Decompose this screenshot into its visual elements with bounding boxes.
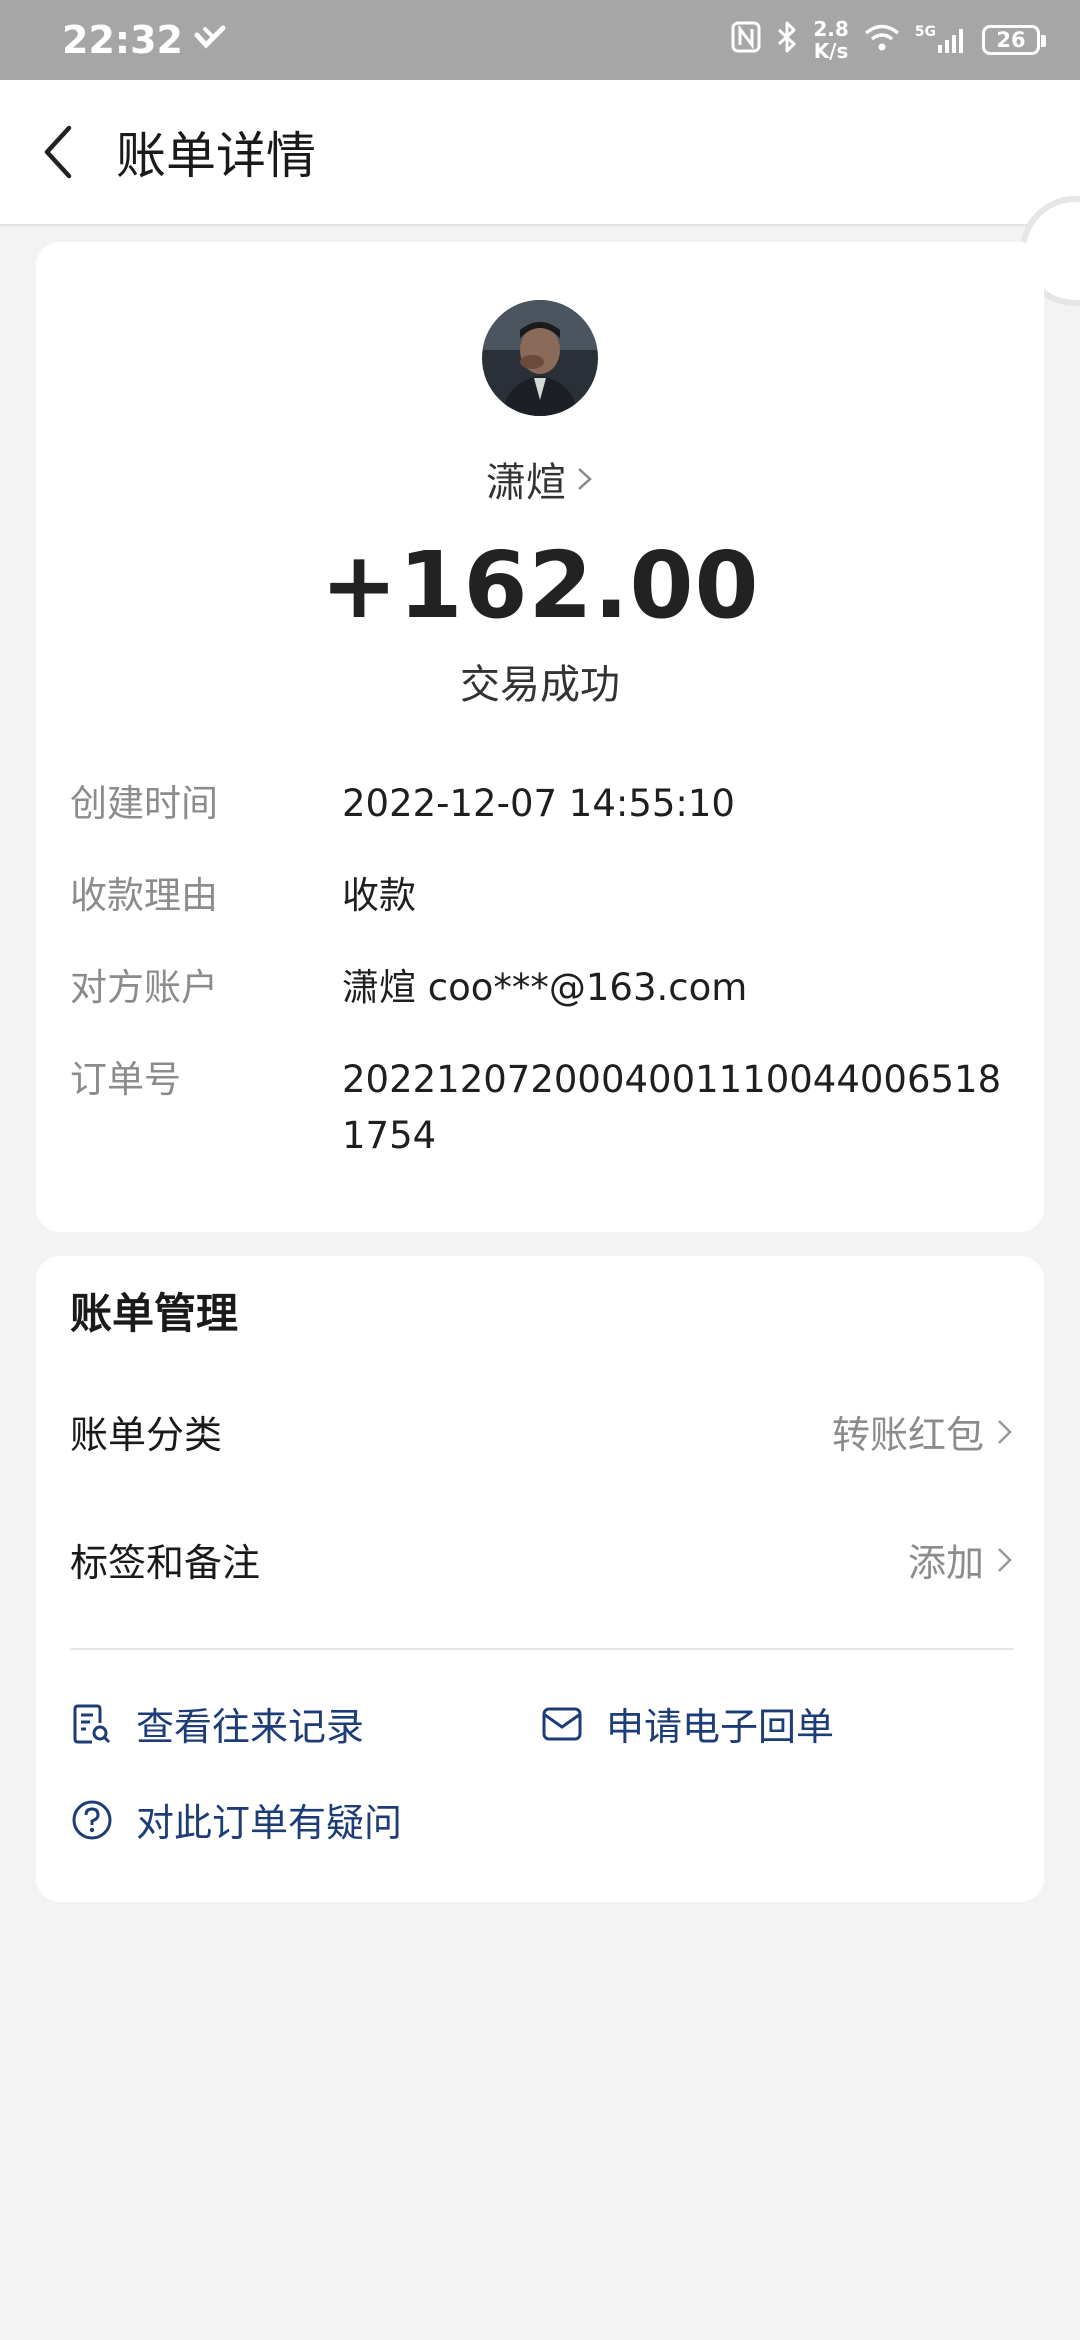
counterparty-name: 潇煊 xyxy=(486,460,566,506)
detail-row-reason: 收款理由 收款 xyxy=(70,868,1030,924)
page-title: 账单详情 xyxy=(116,127,316,185)
row-label: 账单分类 xyxy=(70,1413,223,1457)
detail-label: 对方账户 xyxy=(70,966,218,1009)
back-button[interactable] xyxy=(2,79,112,225)
order-question-link[interactable]: 对此订单有疑问 xyxy=(70,1792,402,1847)
bluetooth-icon xyxy=(775,20,799,60)
network-type: 5G xyxy=(914,24,936,40)
signal-bars-icon xyxy=(938,29,963,53)
question-icon xyxy=(70,1798,114,1842)
chevron-right-icon xyxy=(998,1547,1012,1572)
cellular-signal: 5G xyxy=(915,25,968,55)
action-label: 查看往来记录 xyxy=(136,1705,365,1749)
envelope-icon xyxy=(540,1702,584,1746)
bill-category-row[interactable]: 账单分类 转账红包 xyxy=(70,1404,1014,1459)
back-arrow-icon xyxy=(44,125,72,179)
detail-value: 收款 xyxy=(342,874,416,917)
status-bar: 22:32 2.8 K/s 5G 26 xyxy=(0,0,1080,80)
detail-label: 创建时间 xyxy=(70,782,218,825)
network-speed: 2.8 K/s xyxy=(813,18,848,62)
row-value-text: 转账红包 xyxy=(831,1413,984,1457)
heart-check-icon xyxy=(193,18,227,62)
records-search-icon xyxy=(70,1702,114,1746)
section-title: 账单管理 xyxy=(70,1289,239,1338)
detail-row-created-time: 创建时间 2022-12-07 14:55:10 xyxy=(70,776,1030,832)
detail-value[interactable]: 20221207200040011100440065181754 xyxy=(342,1052,1014,1164)
row-value: 转账红包 xyxy=(832,1404,1014,1459)
wifi-icon xyxy=(863,22,901,58)
network-speed-unit: K/s xyxy=(813,39,849,63)
detail-value: 2022-12-07 14:55:10 xyxy=(342,782,735,825)
app-header: 账单详情 xyxy=(0,80,1080,226)
divider xyxy=(70,1648,1014,1650)
counterparty-name-link[interactable]: 潇煊 xyxy=(36,450,1044,508)
avatar[interactable] xyxy=(482,300,598,416)
detail-row-account: 对方账户 潇煊 coo***@163.com xyxy=(70,960,1030,1016)
row-label: 标签和备注 xyxy=(70,1541,261,1585)
detail-value: 潇煊 coo***@163.com xyxy=(342,966,748,1009)
battery-indicator: 26 xyxy=(982,25,1046,55)
row-value-text: 添加 xyxy=(907,1541,984,1585)
transaction-status: 交易成功 xyxy=(460,662,620,708)
bill-management-card: 账单管理 账单分类 转账红包 标签和备注 添加 查看往来记录 申请电子回单 对此… xyxy=(36,1256,1044,1902)
status-left: 22:32 xyxy=(62,18,227,62)
detail-label: 收款理由 xyxy=(70,874,218,917)
chevron-right-icon xyxy=(578,468,592,490)
status-time: 22:32 xyxy=(62,18,183,62)
status-right: 2.8 K/s 5G 26 xyxy=(731,18,1046,62)
action-label: 申请电子回单 xyxy=(606,1705,835,1749)
transaction-amount: +162.00 xyxy=(320,532,760,639)
tags-notes-row[interactable]: 标签和备注 添加 xyxy=(70,1532,1014,1587)
nfc-icon xyxy=(731,21,761,59)
battery-level: 26 xyxy=(996,28,1026,52)
chevron-right-icon xyxy=(998,1419,1012,1444)
detail-label: 订单号 xyxy=(70,1058,181,1101)
view-records-link[interactable]: 查看往来记录 xyxy=(70,1696,364,1751)
action-label: 对此订单有疑问 xyxy=(136,1801,403,1845)
transaction-summary-card: 潇煊 +162.00 交易成功 创建时间 2022-12-07 14:55:10… xyxy=(36,242,1044,1232)
network-speed-value: 2.8 xyxy=(813,17,849,41)
apply-receipt-link[interactable]: 申请电子回单 xyxy=(540,1696,834,1751)
detail-row-order-number: 订单号 20221207200040011100440065181754 xyxy=(70,1052,1030,1164)
row-value: 添加 xyxy=(908,1532,1014,1587)
